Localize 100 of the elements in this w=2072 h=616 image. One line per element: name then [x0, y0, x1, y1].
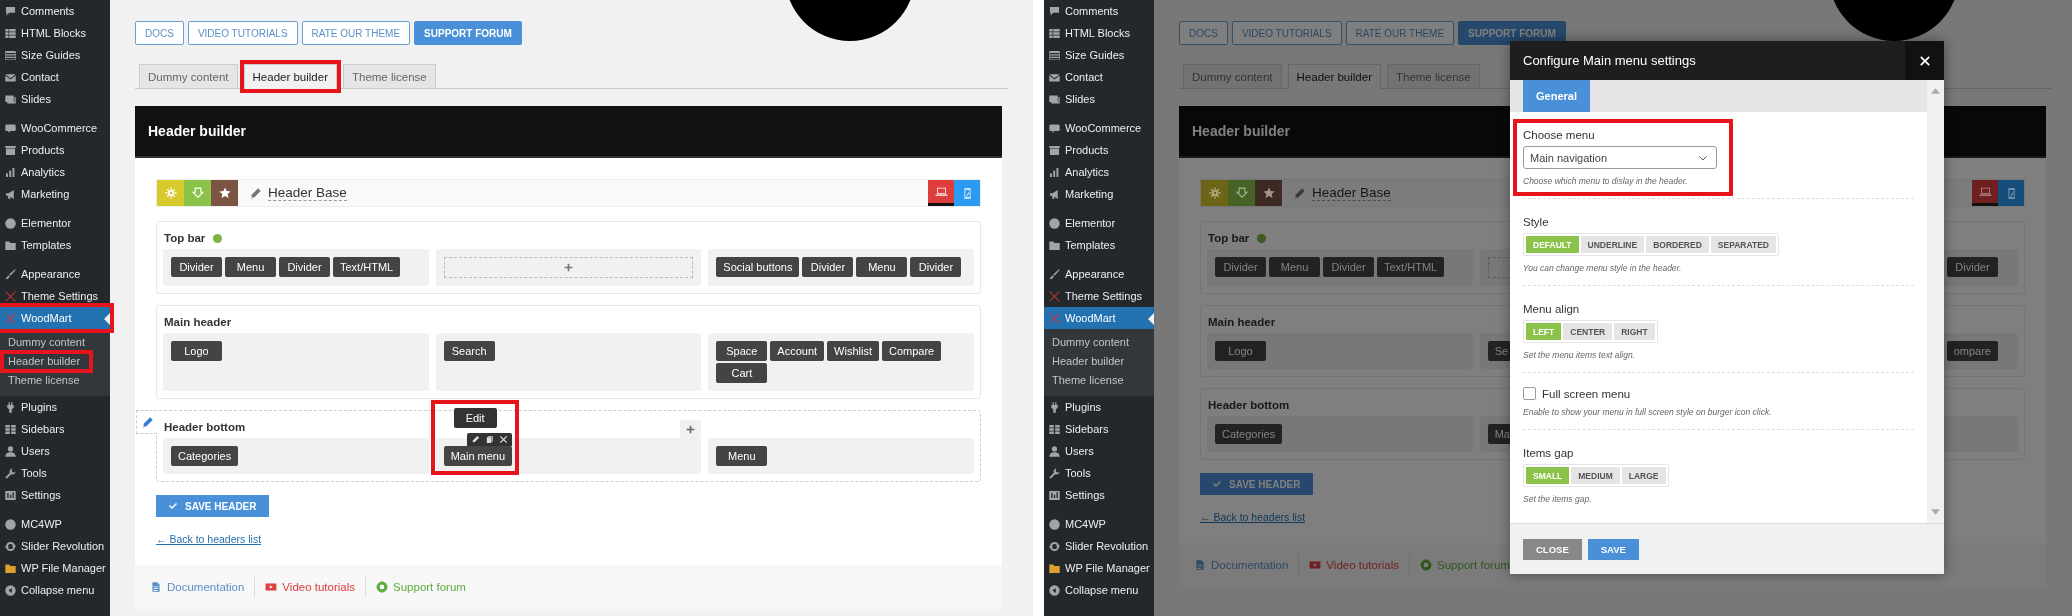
- add-slot[interactable]: [443, 257, 694, 278]
- element-chip[interactable]: Menu: [225, 257, 276, 277]
- tool-button[interactable]: [1255, 180, 1282, 206]
- sidebar-item[interactable]: Comments: [1044, 0, 1154, 22]
- sidebar-item[interactable]: Appearance: [1044, 263, 1154, 285]
- element-chip[interactable]: Divider: [802, 257, 854, 277]
- sidebar-item[interactable]: Templates: [0, 234, 110, 256]
- tab[interactable]: Dummy content: [139, 64, 238, 88]
- sidebar-item[interactable]: Plugins: [1044, 396, 1154, 418]
- footer-link[interactable]: Video tutorials: [265, 581, 356, 593]
- sidebar-item[interactable]: Collapse menu: [1044, 579, 1154, 601]
- submenu-item[interactable]: Header builder: [1044, 352, 1154, 371]
- sidebar-item[interactable]: Marketing: [1044, 183, 1154, 205]
- submenu-item[interactable]: Theme license: [0, 371, 110, 390]
- sidebar-item[interactable]: WP File Manager: [1044, 557, 1154, 579]
- element-chip[interactable]: Menu: [856, 257, 908, 277]
- copy-icon[interactable]: [485, 435, 495, 444]
- sidebar-item[interactable]: Users: [0, 440, 110, 462]
- header-name[interactable]: Header Base: [1312, 185, 1391, 201]
- element-chip[interactable]: Divider: [279, 257, 330, 277]
- sidebar-item[interactable]: Settings: [0, 484, 110, 506]
- element-chip[interactable]: Menu: [1269, 257, 1320, 277]
- element-chip[interactable]: Text/HTML: [1377, 257, 1445, 277]
- option-button[interactable]: LARGE: [1621, 467, 1666, 484]
- element-chip[interactable]: Compare: [881, 341, 942, 361]
- option-button[interactable]: UNDERLINE: [1580, 236, 1645, 253]
- sidebar-item[interactable]: Comments: [0, 0, 110, 22]
- option-button[interactable]: MEDIUM: [1571, 467, 1620, 484]
- option-button[interactable]: CENTER: [1563, 323, 1613, 340]
- element-chip[interactable]: Divider: [1947, 257, 1998, 277]
- element-chip[interactable]: Divider: [1323, 257, 1374, 277]
- sidebar-item[interactable]: Appearance: [0, 263, 110, 285]
- tab[interactable]: Theme license: [342, 64, 436, 88]
- sidebar-item[interactable]: Plugins: [0, 396, 110, 418]
- close-button[interactable]: [1905, 41, 1944, 80]
- sidebar-item[interactable]: Tools: [0, 462, 110, 484]
- close-icon[interactable]: [499, 435, 509, 444]
- sidebar-item[interactable]: Theme Settings: [1044, 285, 1154, 307]
- add-element-button[interactable]: [680, 420, 702, 438]
- sidebar-item[interactable]: Slides: [0, 88, 110, 110]
- tab[interactable]: Header builder: [1287, 64, 1381, 89]
- element-chip[interactable]: Account: [770, 341, 825, 361]
- sidebar-item[interactable]: Collapse menu: [0, 579, 110, 601]
- sidebar-item[interactable]: Sidebars: [0, 418, 110, 440]
- sidebar-item[interactable]: WooCommerce: [1044, 117, 1154, 139]
- sidebar-item[interactable]: Settings: [1044, 484, 1154, 506]
- header-name[interactable]: Header Base: [268, 185, 347, 201]
- device-button[interactable]: [928, 180, 954, 206]
- sidebar-item[interactable]: MC4WP: [1044, 513, 1154, 535]
- element-chip[interactable]: Space: [716, 341, 768, 361]
- option-button[interactable]: SEPARATED: [1710, 236, 1776, 253]
- element-chip[interactable]: Menu: [716, 446, 768, 466]
- sidebar-item[interactable]: Elementor: [0, 212, 110, 234]
- element-chip[interactable]: Wishlist: [827, 341, 879, 361]
- scrollbar[interactable]: [1927, 80, 1944, 523]
- tool-button[interactable]: [211, 180, 238, 206]
- close-dialog-button[interactable]: CLOSE: [1523, 538, 1582, 560]
- element-chip[interactable]: Divider: [171, 257, 222, 277]
- link-button[interactable]: RATE OUR THEME: [301, 21, 411, 45]
- submenu-item[interactable]: Dummy content: [1044, 333, 1154, 352]
- sidebar-item[interactable]: MC4WP: [0, 513, 110, 535]
- menu-select[interactable]: Main navigation: [1523, 146, 1717, 169]
- sidebar-item[interactable]: Users: [1044, 440, 1154, 462]
- submenu-item[interactable]: Header builder: [2, 352, 91, 371]
- element-chip[interactable]: Social buttons: [716, 257, 800, 277]
- link-button[interactable]: DOCS: [135, 21, 184, 45]
- sidebar-item[interactable]: Products: [0, 139, 110, 161]
- sidebar-item[interactable]: Slider Revolution: [1044, 535, 1154, 557]
- element-chip[interactable]: Main menu: [443, 446, 513, 466]
- sidebar-item[interactable]: Analytics: [1044, 161, 1154, 183]
- element-chip[interactable]: Divider: [910, 257, 962, 277]
- element-chip[interactable]: Categories: [171, 446, 239, 466]
- submenu-item[interactable]: Dummy content: [0, 333, 110, 352]
- element-chip[interactable]: Divider: [1215, 257, 1266, 277]
- sidebar-item[interactable]: Size Guides: [0, 44, 110, 66]
- sidebar-item[interactable]: Templates: [1044, 234, 1154, 256]
- element-chip[interactable]: ompare: [1946, 341, 1998, 361]
- element-chip[interactable]: Logo: [1215, 341, 1266, 361]
- sidebar-item[interactable]: Elementor: [1044, 212, 1154, 234]
- sidebar-item[interactable]: WP File Manager: [0, 557, 110, 579]
- element-chip[interactable]: Search: [443, 341, 495, 361]
- element-chip[interactable]: Logo: [171, 341, 222, 361]
- back-link[interactable]: ← Back to headers list: [156, 533, 262, 545]
- sidebar-item[interactable]: Contact: [0, 66, 110, 88]
- link-button[interactable]: VIDEO TUTORIALS: [187, 21, 298, 45]
- sidebar-item[interactable]: Analytics: [0, 161, 110, 183]
- sidebar-item[interactable]: Slides: [1044, 88, 1154, 110]
- option-button[interactable]: RIGHT: [1614, 323, 1655, 340]
- scroll-up-icon[interactable]: [1931, 88, 1940, 94]
- sidebar-item[interactable]: Slider Revolution: [0, 535, 110, 557]
- pencil-icon[interactable]: [471, 435, 481, 444]
- submenu-item[interactable]: Theme license: [1044, 371, 1154, 390]
- sidebar-item[interactable]: HTML Blocks: [0, 22, 110, 44]
- edit-row-button[interactable]: [136, 410, 157, 434]
- element-chip[interactable]: Text/HTML: [333, 257, 401, 277]
- sidebar-item[interactable]: Sidebars: [1044, 418, 1154, 440]
- checkbox[interactable]: [1523, 387, 1536, 400]
- sidebar-item[interactable]: Size Guides: [1044, 44, 1154, 66]
- sidebar-item[interactable]: Theme Settings: [0, 285, 110, 307]
- sidebar-item[interactable]: Products: [1044, 139, 1154, 161]
